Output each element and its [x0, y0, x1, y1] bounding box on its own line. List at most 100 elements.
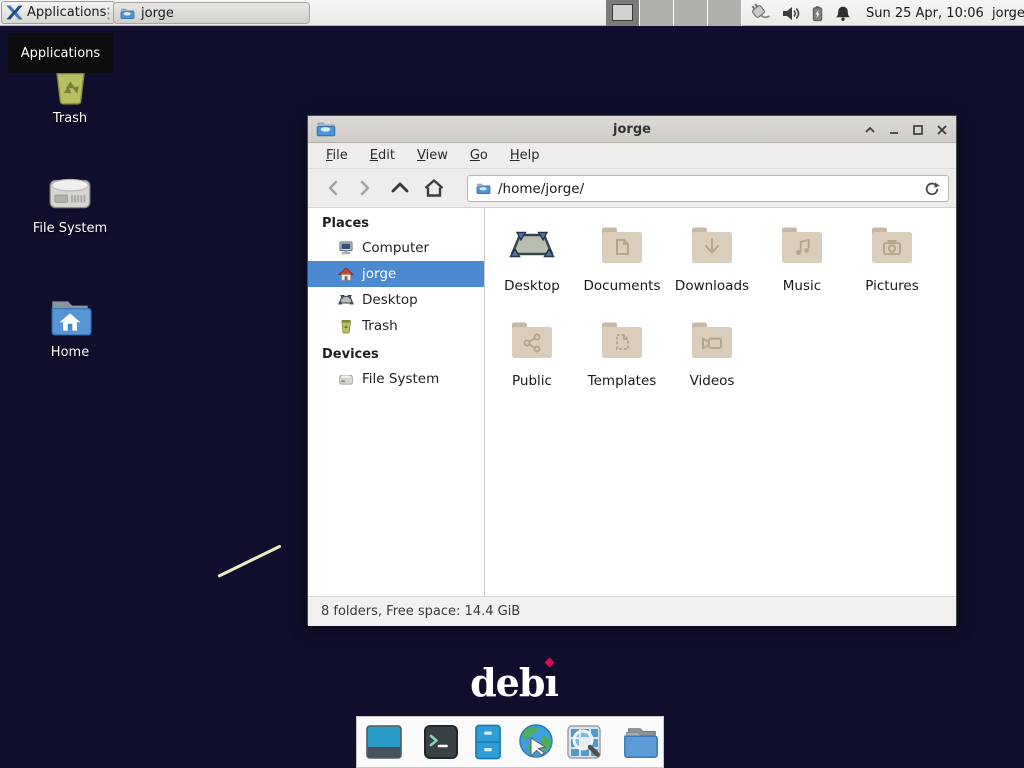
file-manager-window: jorge File Edit View Go Help	[307, 115, 957, 625]
file-item-downloads[interactable]: Downloads	[667, 221, 757, 316]
top-panel: Applications jorge	[0, 0, 1024, 26]
sidebar-header-places: Places	[308, 208, 484, 235]
sidebar-item-label: Desktop	[362, 292, 418, 308]
desktop: Applications jorge	[0, 0, 1024, 768]
menu-view[interactable]: View	[413, 146, 452, 165]
workspace-1[interactable]	[606, 0, 640, 26]
file-item-videos[interactable]: Videos	[667, 316, 757, 411]
desktop-icon-label: Trash	[53, 111, 87, 126]
desktop-window-icon	[364, 723, 404, 761]
window-titlebar[interactable]: jorge	[308, 116, 956, 143]
computer-icon	[338, 240, 354, 256]
dock-folders[interactable]	[621, 722, 661, 762]
app-finder-icon	[565, 723, 603, 761]
folder-videos-icon	[688, 316, 736, 364]
applications-menu-label: Applications	[27, 5, 106, 20]
dock	[356, 716, 664, 768]
taskbar-button-jorge[interactable]: jorge	[113, 2, 310, 24]
battery-charging-icon[interactable]	[810, 5, 825, 22]
file-item-pictures[interactable]: Pictures	[847, 221, 937, 316]
applications-menu-button[interactable]: Applications	[1, 1, 115, 24]
maximize-button[interactable]	[909, 121, 926, 138]
file-item-label: Pictures	[865, 278, 918, 294]
panel-handle[interactable]	[107, 6, 110, 20]
dock-terminal[interactable]	[422, 722, 460, 762]
file-item-label: Public	[512, 373, 552, 389]
workspace-3[interactable]	[674, 0, 708, 26]
minimize-button[interactable]	[885, 121, 902, 138]
file-item-label: Downloads	[675, 278, 749, 294]
file-item-public[interactable]: Public	[487, 316, 577, 411]
debian-dotless-i: ı	[544, 660, 557, 705]
sidebar-item-label: jorge	[362, 266, 396, 282]
folder-templates-icon	[598, 316, 646, 364]
panel-username[interactable]: jorge	[992, 0, 1024, 26]
home-button[interactable]	[419, 173, 449, 203]
file-item-label: Templates	[588, 373, 657, 389]
up-button[interactable]	[385, 173, 415, 203]
folders-icon	[621, 722, 661, 762]
file-item-templates[interactable]: Templates	[577, 316, 667, 411]
sidebar-item-trash[interactable]: Trash	[308, 313, 484, 339]
sidebar-item-label: Trash	[362, 318, 398, 334]
reload-icon[interactable]	[924, 181, 940, 197]
system-tray	[748, 0, 851, 26]
file-item-desktop[interactable]: Desktop	[487, 221, 577, 316]
file-item-label: Videos	[690, 373, 735, 389]
dock-web-browser[interactable]	[516, 722, 556, 762]
window-controls	[861, 116, 950, 143]
desktop-line-artifact	[217, 544, 281, 577]
desktop-icon-file-system[interactable]: File System	[15, 170, 125, 236]
tool-bar: /home/jorge/	[308, 169, 956, 208]
debian-text-pre: deb	[470, 660, 544, 705]
file-item-music[interactable]: Music	[757, 221, 847, 316]
sidebar-header-devices: Devices	[308, 339, 484, 366]
workspace-2[interactable]	[640, 0, 674, 26]
home-folder-icon	[45, 292, 95, 340]
file-grid: Desktop Documents	[485, 208, 956, 596]
volume-icon[interactable]	[782, 5, 800, 22]
menu-file[interactable]: File	[322, 146, 352, 165]
house-icon	[338, 266, 354, 282]
folder-icon	[120, 6, 135, 21]
workspace-pager	[606, 0, 742, 26]
forward-button[interactable]	[349, 173, 379, 203]
terminal-icon	[422, 723, 460, 761]
menu-help[interactable]: Help	[506, 146, 544, 165]
back-button[interactable]	[319, 173, 349, 203]
shade-button[interactable]	[861, 121, 878, 138]
sidebar-item-file-system[interactable]: File System	[308, 366, 484, 392]
workspace-4[interactable]	[708, 0, 742, 26]
folder-downloads-icon	[688, 221, 736, 269]
location-bar[interactable]: /home/jorge/	[467, 175, 949, 202]
panel-clock[interactable]: Sun 25 Apr, 10:06	[866, 0, 984, 26]
notifications-bell-icon[interactable]	[835, 5, 851, 22]
globe-browser-icon	[516, 722, 556, 762]
menu-edit[interactable]: Edit	[366, 146, 399, 165]
sidebar: Places Computer	[308, 208, 485, 596]
dock-file-manager[interactable]	[469, 722, 507, 762]
file-item-documents[interactable]: Documents	[577, 221, 667, 316]
applications-tooltip: Applications	[8, 33, 113, 73]
network-cable-icon[interactable]	[748, 2, 772, 24]
file-item-label: Desktop	[504, 278, 560, 294]
folder-documents-icon	[598, 221, 646, 269]
menu-go[interactable]: Go	[466, 146, 492, 165]
sidebar-item-jorge[interactable]: jorge	[308, 261, 484, 287]
window-content: Places Computer	[308, 208, 956, 596]
workspace-window-preview	[612, 4, 633, 21]
dock-show-desktop[interactable]	[364, 722, 404, 762]
sidebar-item-computer[interactable]: Computer	[308, 235, 484, 261]
debian-letter-i: ı	[544, 660, 557, 705]
desktop-icon-home[interactable]: Home	[15, 292, 125, 360]
close-button[interactable]	[933, 121, 950, 138]
folder-music-icon	[778, 221, 826, 269]
dock-application-finder[interactable]	[565, 722, 603, 762]
desktop-icon-label: File System	[33, 221, 107, 236]
status-text: 8 folders, Free space: 14.4 GiB	[321, 604, 520, 619]
menu-bar: File Edit View Go Help	[308, 143, 956, 169]
location-folder-icon	[476, 181, 491, 196]
location-path[interactable]: /home/jorge/	[498, 181, 917, 197]
sidebar-item-desktop[interactable]: Desktop	[308, 287, 484, 313]
folder-pictures-icon	[868, 221, 916, 269]
